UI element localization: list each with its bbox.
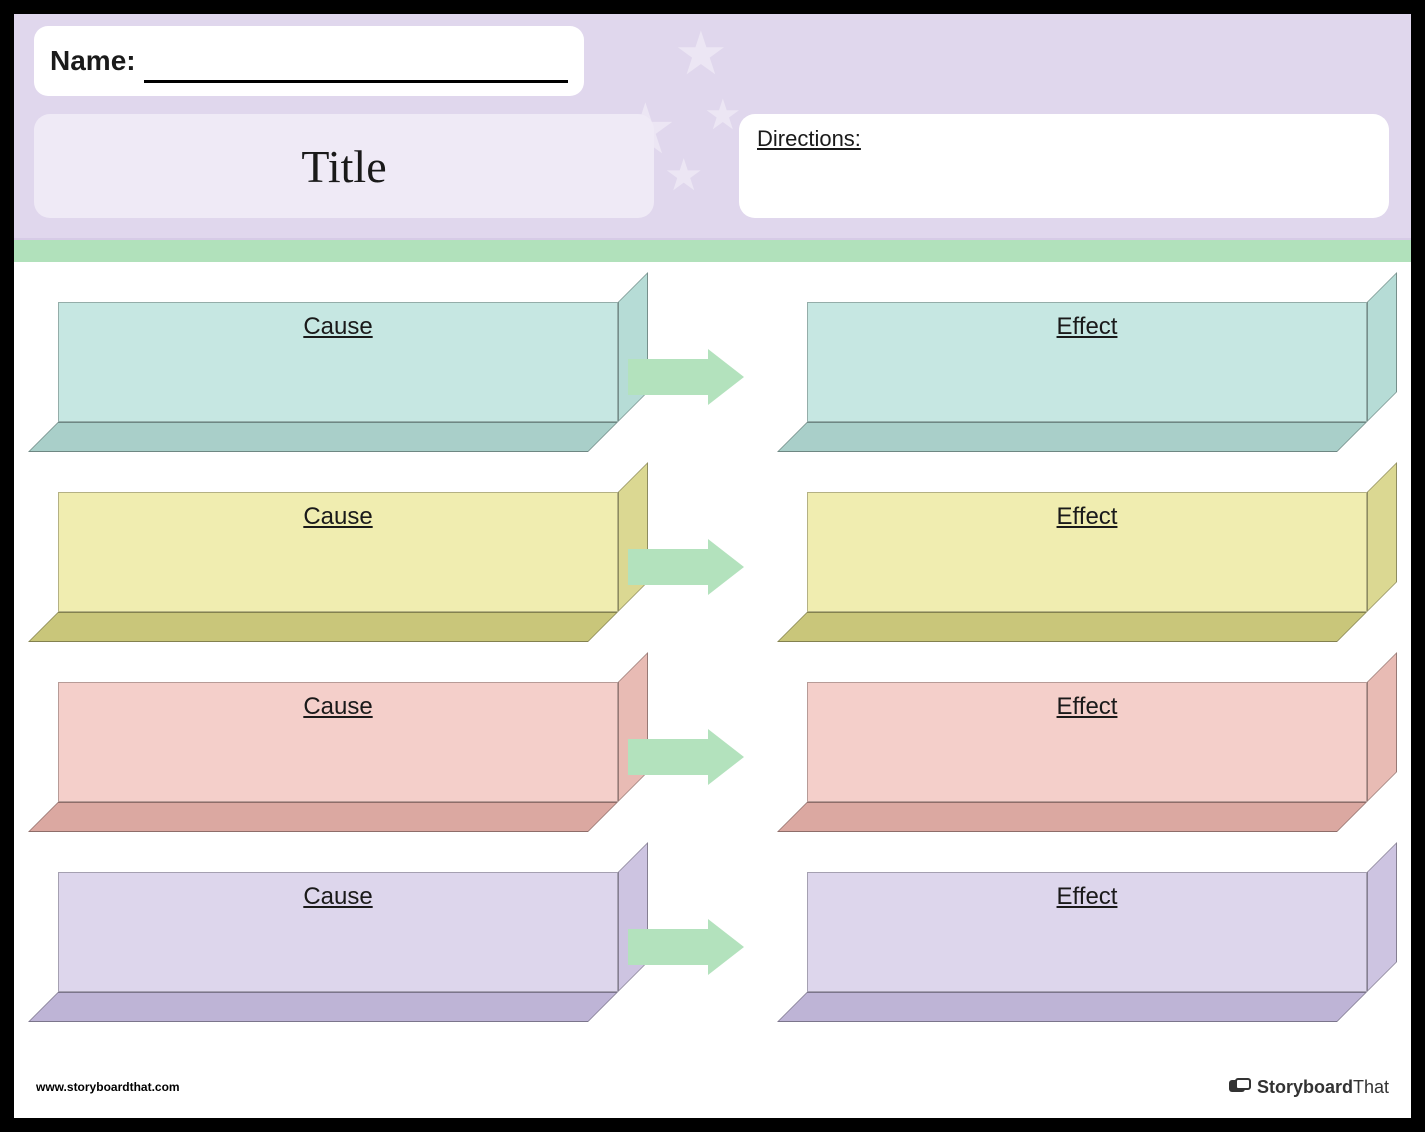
directions-label: Directions: [757, 126, 861, 151]
star-icon: ★ [704, 94, 742, 136]
arrow-icon [628, 922, 758, 972]
name-label: Name: [50, 45, 136, 77]
cause-label: Cause [58, 682, 618, 802]
cause-effect-row: Cause Effect [28, 682, 1397, 866]
effect-box[interactable]: Effect [807, 682, 1367, 832]
cause-effect-row: Cause Effect [28, 492, 1397, 676]
cause-effect-row: Cause Effect [28, 302, 1397, 486]
effect-label: Effect [807, 492, 1367, 612]
footer-url: www.storyboardthat.com [36, 1080, 180, 1094]
cause-box[interactable]: Cause [58, 302, 618, 452]
arrow-icon [628, 732, 758, 782]
cause-label: Cause [58, 302, 618, 422]
cause-effect-row: Cause Effect [28, 872, 1397, 1056]
divider-strip [14, 240, 1411, 262]
footer-brand: StoryboardThat [1229, 1077, 1389, 1098]
effect-label: Effect [807, 302, 1367, 422]
effect-box[interactable]: Effect [807, 872, 1367, 1022]
storyboard-logo-icon [1229, 1078, 1251, 1096]
name-field[interactable]: Name: [34, 26, 584, 96]
cause-label: Cause [58, 492, 618, 612]
star-icon: ★ [664, 154, 703, 198]
brand-bold: Storyboard [1257, 1077, 1353, 1097]
cause-effect-rows: Cause Effect Cause [14, 262, 1411, 1056]
effect-label: Effect [807, 682, 1367, 802]
cause-box[interactable]: Cause [58, 682, 618, 832]
arrow-icon [628, 352, 758, 402]
effect-label: Effect [807, 872, 1367, 992]
cause-label: Cause [58, 872, 618, 992]
title-label: Title [301, 140, 386, 193]
cause-box[interactable]: Cause [58, 492, 618, 642]
brand-light: That [1353, 1077, 1389, 1097]
footer: www.storyboardthat.com StoryboardThat [28, 1074, 1397, 1104]
effect-box[interactable]: Effect [807, 492, 1367, 642]
directions-field[interactable]: Directions: [739, 114, 1389, 218]
worksheet-page: ★ ★ ★ ★ Name: Title Directions: Cause [14, 14, 1411, 1118]
title-field[interactable]: Title [34, 114, 654, 218]
name-underline [144, 53, 568, 83]
arrow-icon [628, 542, 758, 592]
effect-box[interactable]: Effect [807, 302, 1367, 452]
header-area: ★ ★ ★ ★ Name: Title Directions: [14, 14, 1411, 240]
star-icon: ★ [674, 24, 728, 84]
cause-box[interactable]: Cause [58, 872, 618, 1022]
